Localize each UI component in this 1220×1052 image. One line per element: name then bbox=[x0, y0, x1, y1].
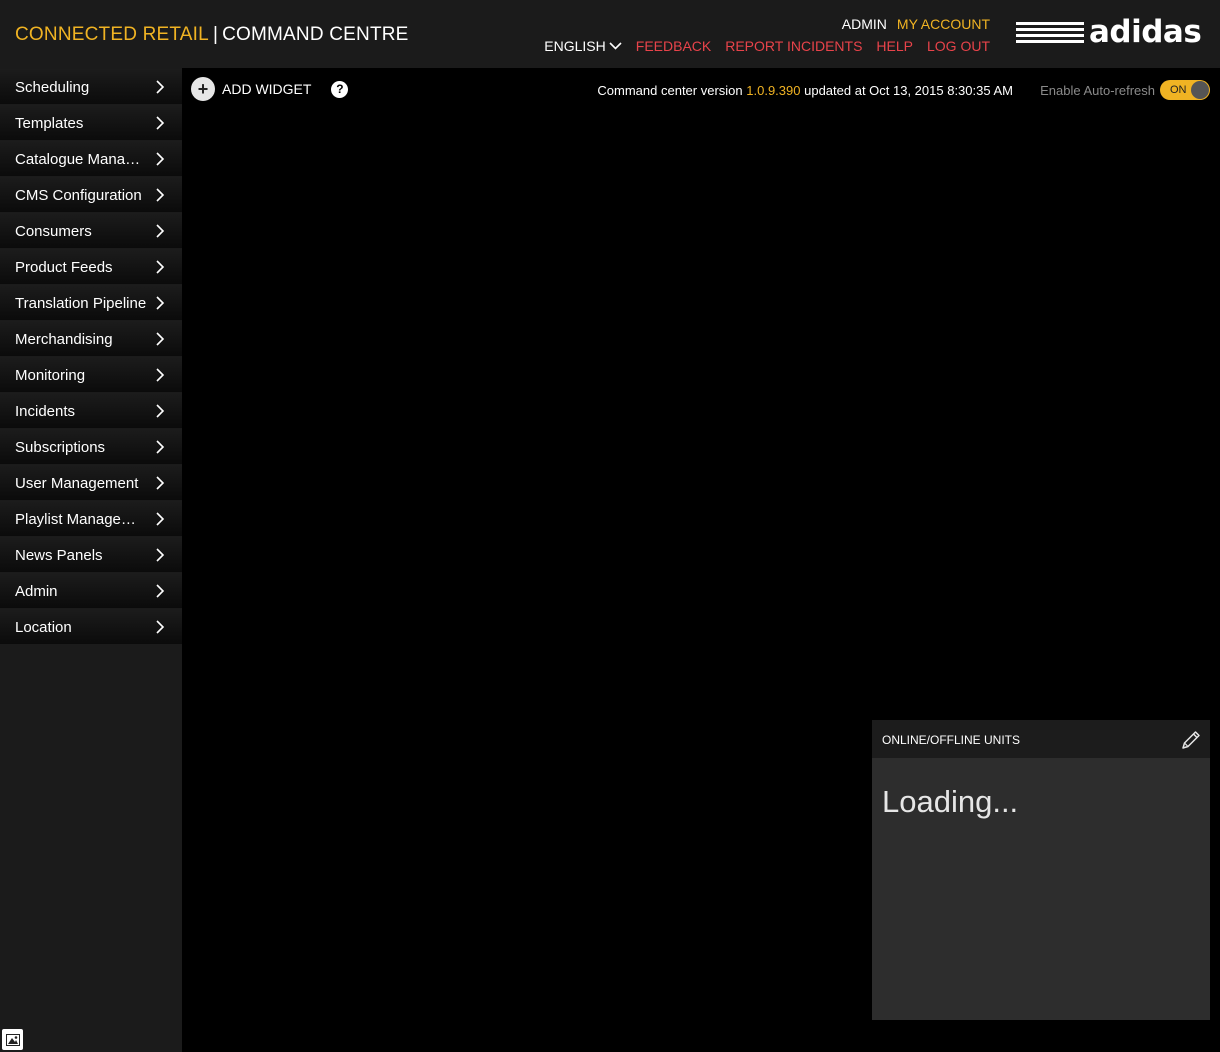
brand-primary: CONNECTED RETAIL bbox=[15, 24, 209, 45]
app-title: CONNECTED RETAIL | COMMAND CENTRE bbox=[15, 24, 409, 46]
sidebar-item-translation-pipeline[interactable]: Translation Pipeline bbox=[0, 285, 182, 320]
sidebar-item-label: Product Feeds bbox=[15, 259, 113, 276]
chevron-right-icon bbox=[156, 224, 165, 238]
chevron-right-icon bbox=[156, 80, 165, 94]
brand-secondary: COMMAND CENTRE bbox=[222, 24, 409, 45]
sidebar-item-monitoring[interactable]: Monitoring bbox=[0, 357, 182, 392]
widget-loading-text: Loading... bbox=[882, 784, 1019, 819]
sidebar-item-templates[interactable]: Templates bbox=[0, 105, 182, 140]
sidebar-item-label: Subscriptions bbox=[15, 439, 106, 456]
online-offline-widget: ONLINE/OFFLINE UNITS Loading... bbox=[872, 720, 1210, 1020]
chevron-right-icon bbox=[156, 404, 165, 418]
sidebar-item-label: Catalogue Management bbox=[15, 151, 147, 168]
toggle-knob bbox=[1191, 81, 1209, 99]
add-widget-icon[interactable]: + bbox=[191, 77, 215, 101]
auto-refresh-toggle[interactable]: ON bbox=[1160, 80, 1210, 100]
chevron-right-icon bbox=[156, 152, 165, 166]
sidebar: Scheduling Templates Catalogue Management C… bbox=[0, 68, 182, 1052]
sidebar-item-cms-configuration[interactable]: CMS Configuration bbox=[0, 177, 182, 212]
chevron-right-icon bbox=[156, 512, 165, 526]
sidebar-item-scheduling[interactable]: Scheduling bbox=[0, 69, 182, 104]
sidebar-item-label: Playlist Management bbox=[15, 511, 147, 528]
feedback-link[interactable]: FEEDBACK bbox=[636, 38, 711, 54]
toggle-state: ON bbox=[1170, 84, 1187, 96]
brand-separator: | bbox=[212, 24, 219, 45]
chevron-right-icon bbox=[156, 440, 165, 454]
help-link[interactable]: HELP bbox=[876, 38, 913, 54]
sidebar-item-label: News Panels bbox=[15, 547, 103, 564]
chevron-right-icon bbox=[156, 476, 165, 490]
sidebar-item-user-management[interactable]: User Management bbox=[0, 465, 182, 500]
version-info: Command center version 1.0.9.390 updated… bbox=[597, 83, 1013, 98]
language-select[interactable]: ENGLISH bbox=[544, 38, 622, 54]
chevron-right-icon bbox=[156, 116, 165, 130]
chevron-right-icon bbox=[156, 620, 165, 634]
sidebar-item-location[interactable]: Location bbox=[0, 609, 182, 644]
user-name: ADMIN bbox=[841, 16, 887, 32]
sidebar-item-label: CMS Configuration bbox=[15, 187, 142, 204]
image-icon[interactable] bbox=[2, 1029, 23, 1050]
adidas-logo: adidas bbox=[1016, 14, 1206, 50]
sidebar-item-label: Consumers bbox=[15, 223, 92, 240]
sidebar-item-product-feeds[interactable]: Product Feeds bbox=[0, 249, 182, 284]
help-icon[interactable]: ? bbox=[331, 80, 349, 98]
logout-link[interactable]: LOG OUT bbox=[927, 38, 990, 54]
version-updated: updated at Oct 13, 2015 8:30:35 AM bbox=[804, 83, 1013, 98]
chevron-right-icon bbox=[156, 548, 165, 562]
sidebar-item-news-panels[interactable]: News Panels bbox=[0, 537, 182, 572]
sidebar-item-playlist-management[interactable]: Playlist Management bbox=[0, 501, 182, 536]
sidebar-item-label: User Management bbox=[15, 475, 139, 492]
pencil-icon[interactable] bbox=[1180, 729, 1202, 751]
sidebar-item-label: Monitoring bbox=[15, 367, 86, 384]
chevron-right-icon bbox=[156, 188, 165, 202]
language-label: ENGLISH bbox=[544, 38, 606, 54]
sidebar-item-consumers[interactable]: Consumers bbox=[0, 213, 182, 248]
chevron-right-icon bbox=[156, 296, 165, 310]
sidebar-item-merchandising[interactable]: Merchandising bbox=[0, 321, 182, 356]
logo-stripes-icon bbox=[1016, 21, 1084, 43]
sidebar-item-label: Translation Pipeline bbox=[15, 295, 147, 312]
chevron-right-icon bbox=[156, 584, 165, 598]
auto-refresh: Enable Auto-refresh ON bbox=[1040, 80, 1210, 100]
chevron-right-icon bbox=[156, 368, 165, 382]
sidebar-item-label: Templates bbox=[15, 115, 84, 132]
chevron-right-icon bbox=[156, 332, 165, 346]
sidebar-item-label: Admin bbox=[15, 583, 58, 600]
dashboard-toolbar: + ADD WIDGET ? bbox=[191, 77, 349, 101]
sidebar-item-catalogue-management[interactable]: Catalogue Management bbox=[0, 141, 182, 176]
chevron-right-icon bbox=[156, 260, 165, 274]
sidebar-item-label: Merchandising bbox=[15, 331, 113, 348]
sidebar-item-label: Incidents bbox=[15, 403, 76, 420]
version-prefix: Command center version bbox=[597, 83, 743, 98]
logo-text: adidas bbox=[1089, 14, 1202, 50]
version-number: 1.0.9.390 bbox=[746, 83, 801, 98]
widget-header: ONLINE/OFFLINE UNITS bbox=[872, 720, 1210, 758]
sidebar-item-incidents[interactable]: Incidents bbox=[0, 393, 182, 428]
report-incidents-link[interactable]: REPORT INCIDENTS bbox=[725, 38, 862, 54]
chevron-down-icon bbox=[609, 42, 622, 50]
auto-refresh-label: Enable Auto-refresh bbox=[1040, 82, 1155, 98]
my-account-link[interactable]: MY ACCOUNT bbox=[897, 16, 990, 34]
add-widget-button[interactable]: ADD WIDGET bbox=[222, 81, 311, 97]
sidebar-nav: Scheduling Templates Catalogue Management C… bbox=[0, 68, 182, 644]
sidebar-item-admin[interactable]: Admin bbox=[0, 573, 182, 608]
sidebar-item-label: Scheduling bbox=[15, 79, 90, 96]
sidebar-item-subscriptions[interactable]: Subscriptions bbox=[0, 429, 182, 464]
top-header: CONNECTED RETAIL | COMMAND CENTRE ADMIN MY… bbox=[0, 0, 1220, 68]
sidebar-item-label: Location bbox=[15, 619, 72, 636]
widget-title: ONLINE/OFFLINE UNITS bbox=[882, 733, 1021, 747]
image-glyph-icon bbox=[5, 1033, 20, 1046]
header-links: ADMIN MY ACCOUNT ENGLISH FEEDBACK REPORT… bbox=[544, 16, 990, 55]
